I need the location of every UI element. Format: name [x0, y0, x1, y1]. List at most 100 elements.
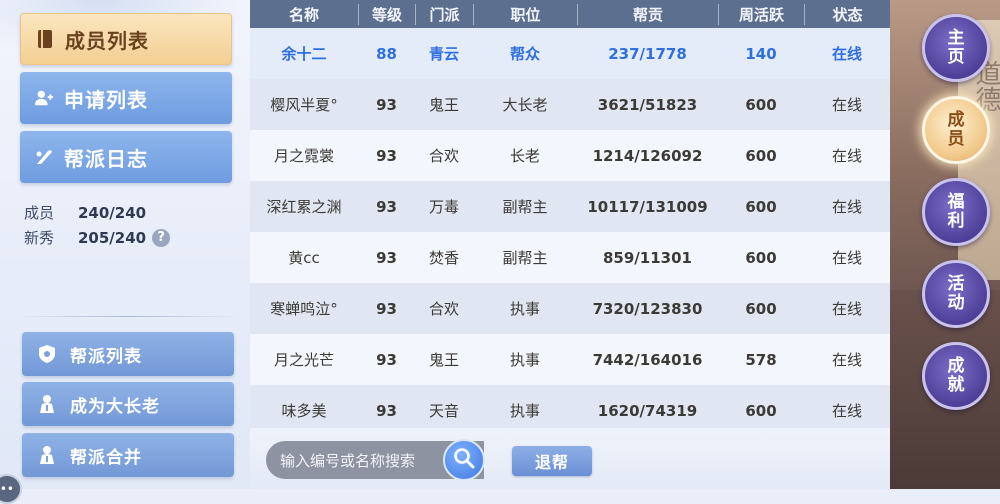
- cell-position: 长老: [509, 147, 540, 165]
- cell-contribution: 10117/131009: [587, 197, 708, 216]
- cell-level: 93: [376, 197, 397, 216]
- cell-name: 月之光芒: [273, 351, 334, 369]
- nav-achievements-label: 成就: [947, 356, 965, 395]
- cell-position: 执事: [509, 402, 540, 420]
- cell-contribution: 7442/164016: [592, 350, 703, 369]
- cell-weekly-activity: 578: [745, 350, 777, 369]
- cell-sect: 青云: [428, 45, 459, 63]
- quill-icon: [34, 147, 54, 167]
- cell-status: 在线: [831, 402, 862, 420]
- add-user-icon: [34, 88, 54, 108]
- member-count-row: 成员 240/240: [24, 200, 170, 225]
- table-header: 名称 等级 门派 职位 帮贡 周活跃 状态: [250, 0, 890, 28]
- member-count-value: 240/240: [78, 203, 147, 222]
- newbie-count-label: 新秀: [24, 229, 55, 247]
- gang-merge-button[interactable]: 帮派合并: [22, 433, 234, 477]
- cell-status: 在线: [831, 198, 862, 216]
- nav-members-label: 成员: [947, 110, 965, 149]
- gang-list-button[interactable]: 帮派列表: [22, 332, 234, 376]
- cell-weekly-activity: 600: [745, 197, 777, 216]
- table-row[interactable]: 黄cc 93 焚香 副帮主 859/11301 600 在线: [250, 232, 890, 283]
- tab-gang-log[interactable]: 帮派日志: [20, 131, 232, 183]
- header-status[interactable]: 状态: [804, 3, 890, 25]
- cell-name: 味多美: [281, 402, 327, 420]
- tab-label: 成员列表: [65, 28, 149, 53]
- cell-name: 黄cc: [288, 249, 320, 267]
- cell-name: 寒蝉鸣泣°: [270, 300, 338, 318]
- gang-list-label: 帮派列表: [70, 346, 142, 367]
- become-elder-button[interactable]: 成为大长老: [22, 382, 234, 426]
- cell-contribution: 237/1778: [608, 44, 687, 63]
- cell-position: 执事: [509, 300, 540, 318]
- gang-stats: 成员 240/240 新秀 205/240 ?: [24, 200, 171, 250]
- tab-label: 申请列表: [64, 87, 148, 112]
- cell-status: 在线: [831, 249, 862, 267]
- newbie-count-value: 205/240: [78, 228, 147, 247]
- cell-name: 深红累之渊: [266, 198, 342, 216]
- tab-application-list[interactable]: 申请列表: [20, 72, 232, 124]
- nav-home-label: 主页: [947, 28, 965, 67]
- cell-sect: 万毒: [428, 198, 459, 216]
- tab-member-list[interactable]: 成员列表: [20, 13, 232, 65]
- nav-welfare-label: 福利: [947, 192, 965, 231]
- cell-contribution: 1214/126092: [592, 146, 703, 165]
- table-row[interactable]: 寒蝉鸣泣° 93 合欢 执事 7320/123830 600 在线: [250, 283, 890, 334]
- gang-merge-label: 帮派合并: [70, 447, 142, 468]
- cell-weekly-activity: 140: [745, 44, 777, 63]
- header-level[interactable]: 等级: [358, 3, 415, 25]
- become-elder-label: 成为大长老: [70, 396, 160, 417]
- quit-gang-button[interactable]: 退帮: [512, 446, 592, 476]
- header-weekly-activity[interactable]: 周活跃: [718, 3, 804, 25]
- cell-status: 在线: [831, 147, 862, 165]
- header-position[interactable]: 职位: [473, 3, 577, 25]
- cell-contribution: 7320/123830: [592, 299, 703, 318]
- cell-sect: 天音: [428, 402, 459, 420]
- cell-weekly-activity: 600: [745, 95, 777, 114]
- table-row[interactable]: 月之光芒 93 鬼王 执事 7442/164016 578 在线: [250, 334, 890, 385]
- cell-contribution: 859/11301: [603, 248, 692, 267]
- cell-name: 樱风半夏°: [270, 96, 338, 114]
- cell-level: 93: [376, 350, 397, 369]
- table-row[interactable]: 深红累之渊 93 万毒 副帮主 10117/131009 600 在线: [250, 181, 890, 232]
- table-footer: 输入编号或名称搜索 退帮: [250, 428, 890, 489]
- newbie-count-row: 新秀 205/240 ?: [24, 225, 171, 250]
- cell-contribution: 1620/74319: [597, 401, 698, 420]
- header-contribution[interactable]: 帮贡: [577, 3, 718, 25]
- cell-level: 93: [376, 299, 397, 318]
- table-row[interactable]: 樱风半夏° 93 鬼王 大长老 3621/51823 600 在线: [250, 79, 890, 130]
- nav-events-button[interactable]: 活动: [922, 260, 990, 328]
- cell-sect: 鬼王: [428, 351, 459, 369]
- header-sect[interactable]: 门派: [415, 3, 473, 25]
- divider: [18, 316, 240, 317]
- nav-home-button[interactable]: 主页: [922, 14, 990, 82]
- cell-level: 93: [376, 401, 397, 420]
- cell-sect: 焚香: [428, 249, 459, 267]
- cell-name: 余十二: [281, 45, 327, 63]
- cell-level: 93: [376, 95, 397, 114]
- elder-icon: [36, 444, 58, 466]
- chat-bubble-icon[interactable]: •••: [0, 474, 22, 504]
- cell-name: 月之霓裳: [273, 147, 334, 165]
- cell-weekly-activity: 600: [745, 248, 777, 267]
- cell-status: 在线: [831, 45, 862, 63]
- search-icon: [453, 447, 475, 473]
- cell-position: 副帮主: [502, 198, 548, 216]
- elder-icon: [36, 393, 58, 415]
- cell-sect: 合欢: [428, 300, 459, 318]
- search-button[interactable]: [443, 439, 485, 481]
- help-icon[interactable]: ?: [152, 228, 171, 247]
- cell-sect: 合欢: [428, 147, 459, 165]
- nav-welfare-button[interactable]: 福利: [922, 178, 990, 246]
- cell-weekly-activity: 600: [745, 401, 777, 420]
- table-row[interactable]: 余十二 88 青云 帮众 237/1778 140 在线: [250, 28, 890, 79]
- nav-members-button[interactable]: 成员: [922, 96, 990, 164]
- table-row[interactable]: 月之霓裳 93 合欢 长老 1214/126092 600 在线: [250, 130, 890, 181]
- cell-weekly-activity: 600: [745, 299, 777, 318]
- header-name[interactable]: 名称: [250, 4, 358, 25]
- nav-achievements-button[interactable]: 成就: [922, 342, 990, 410]
- book-icon: [35, 29, 55, 49]
- cell-position: 帮众: [509, 45, 540, 63]
- tab-label: 帮派日志: [64, 146, 148, 171]
- cell-status: 在线: [831, 351, 862, 369]
- left-panel: 成员列表 申请列表 帮派日志 成员 240/240 新秀 205/240 ? 帮…: [0, 0, 250, 504]
